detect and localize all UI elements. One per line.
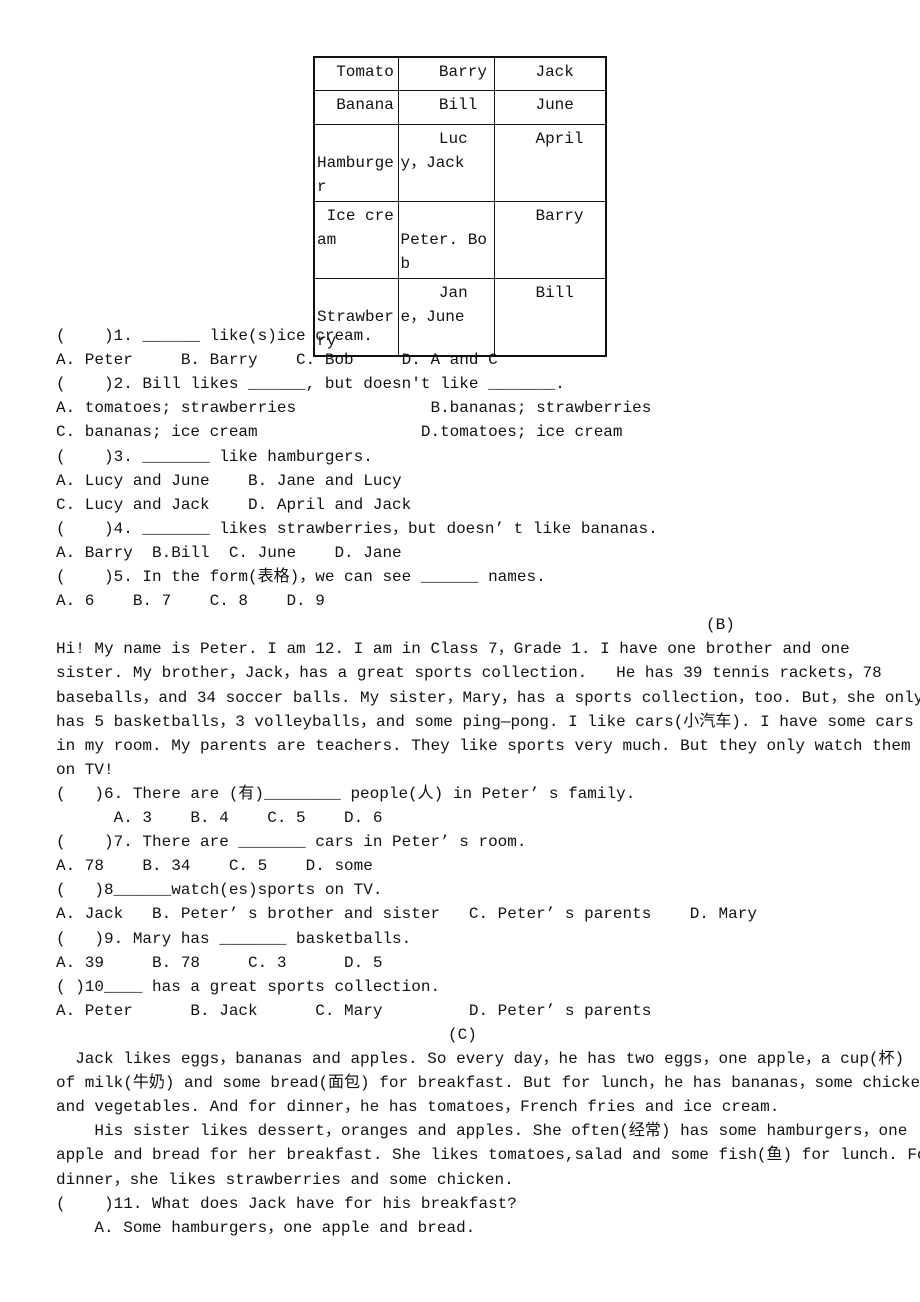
text-line: and vegetables. And for dinner，he has to… — [56, 1098, 780, 1117]
text-line: A. tomatoes; strawberries B.bananas; str… — [56, 399, 652, 418]
table-row: Ice cream Peter. Bob Barry — [313, 200, 607, 279]
text-line: A. 39 B. 78 C. 3 D. 5 — [56, 953, 383, 972]
text-line: Hi! My name is Peter. I am 12. I am in C… — [56, 640, 850, 659]
question-line: ( )8______watch(es)sports on TV. — [56, 881, 383, 900]
table-cell: Barry — [397, 56, 496, 91]
text-line: A. Lucy and June B. Jane and Lucy — [56, 471, 402, 490]
table-cell: Tomato — [313, 56, 399, 91]
table-row: Banana Bill June — [313, 89, 607, 125]
table-cell: Barry — [494, 200, 607, 279]
text-line: A. 6 B. 7 C. 8 D. 9 — [56, 592, 325, 611]
text-line: of milk(牛奶) and some bread(面包) for break… — [56, 1074, 920, 1093]
question-line: ( )6. There are (有)________ people(人) in… — [56, 784, 636, 803]
text-line: (B) — [706, 616, 735, 635]
table-row: Tomato Barry Jack — [313, 56, 607, 91]
table-cell: Peter. Bob — [397, 200, 496, 279]
text-line: Jack likes eggs，bananas and apples. So e… — [56, 1050, 905, 1068]
text-line: C. bananas; ice cream D.tomatoes; ice cr… — [56, 423, 623, 442]
question-line: ( )10____ has a great sports collection. — [56, 977, 441, 996]
text-line: sister. My brother，Jack，has a great spor… — [56, 664, 882, 683]
question-line: ( )4. _______ likes strawberries，but doe… — [56, 519, 658, 538]
text-line: A. Peter B. Barry C. Bob D. A and C — [56, 351, 498, 370]
question-line: ( )1. ______ like(s)ice cream. — [56, 327, 373, 345]
table-cell: Ice cream — [313, 200, 399, 279]
table-cell: Bill — [397, 89, 496, 125]
table-cell: Hamburger — [313, 123, 399, 202]
question-line: ( )7. There are _______ cars in Peter’ s… — [56, 833, 527, 852]
text-line: C. Lucy and Jack D. April and Jack — [56, 495, 412, 514]
text-line: A. Barry B.Bill C. June D. Jane — [56, 543, 402, 562]
table-row: Hamburger Lucy，Jack April — [313, 123, 607, 202]
text-line: on TV! — [56, 760, 114, 779]
text-line: A. Peter B. Jack C. Mary D. Peter’ s par… — [56, 1001, 652, 1020]
text-line: dinner，she likes strawberries and some c… — [56, 1170, 514, 1189]
question-line: ( )3. _______ like hamburgers. — [56, 447, 373, 466]
table-cell: Jack — [494, 56, 607, 91]
text-line: has 5 basketballs，3 volleyballs，and some… — [56, 712, 914, 731]
table-cell: Banana — [313, 89, 399, 125]
table-cell: Jane，June — [397, 277, 496, 356]
text-line: A. Some hamburgers，one apple and bread. — [56, 1218, 476, 1237]
text-line: (C) — [448, 1025, 477, 1044]
text-line: baseballs，and 34 soccer balls. My sister… — [56, 688, 920, 707]
text-line: A. 78 B. 34 C. 5 D. some — [56, 857, 373, 876]
table-cell: Bill — [494, 277, 607, 356]
table-cell: April — [494, 123, 607, 202]
text-line: His sister likes dessert，oranges and app… — [56, 1122, 908, 1141]
text-line: A. 3 B. 4 C. 5 D. 6 — [56, 809, 383, 827]
question-line: ( )2. Bill likes ______, but doesn't lik… — [56, 375, 565, 394]
text-line: apple and bread for her breakfast. She l… — [56, 1146, 920, 1165]
text-line: A. Jack B. Peter’ s brother and sister C… — [56, 905, 757, 924]
table-cell: June — [494, 89, 607, 125]
question-line: ( )9. Mary has _______ basketballs. — [56, 929, 412, 948]
table-cell: Lucy，Jack — [397, 123, 496, 202]
question-line: ( )5. In the form(表格)，we can see ______ … — [56, 568, 546, 586]
question-line: ( )11. What does Jack have for his break… — [56, 1194, 517, 1213]
food-preference-table: Tomato Barry Jack Banana Bill June Hambu… — [313, 56, 607, 357]
text-line: in my room. My parents are teachers. The… — [56, 736, 911, 755]
